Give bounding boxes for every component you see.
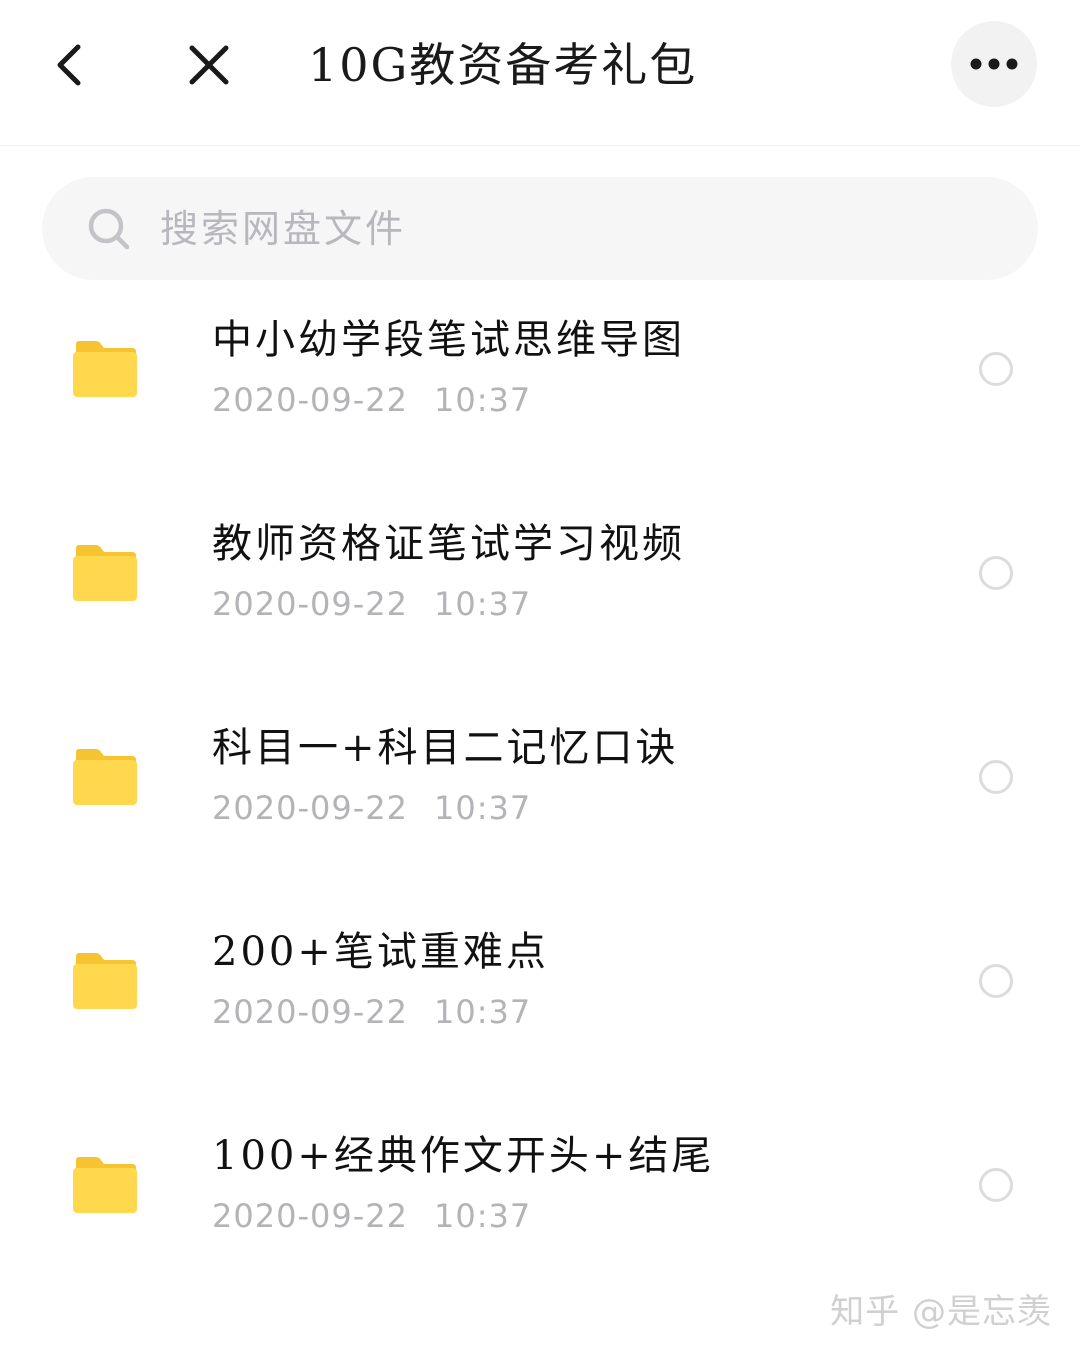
folder-icon xyxy=(73,545,137,601)
list-item[interactable]: 100+经典作文开头+结尾 2020-09-22 10:37 xyxy=(0,1096,1080,1300)
file-date: 2020-09-22 xyxy=(212,381,408,419)
file-timestamp: 2020-09-22 10:37 xyxy=(212,786,531,830)
file-timestamp: 2020-09-22 10:37 xyxy=(212,378,531,422)
select-checkbox[interactable] xyxy=(979,556,1013,590)
select-checkbox[interactable] xyxy=(979,1168,1013,1202)
list-item[interactable]: 科目一+科目二记忆口诀 2020-09-22 10:37 xyxy=(0,688,1080,892)
file-time: 10:37 xyxy=(433,789,532,827)
select-checkbox[interactable] xyxy=(979,352,1013,386)
chevron-left-icon xyxy=(57,44,81,86)
file-date: 2020-09-22 xyxy=(212,993,408,1031)
file-timestamp: 2020-09-22 10:37 xyxy=(212,1194,531,1238)
close-icon xyxy=(189,45,229,85)
back-button[interactable] xyxy=(40,30,100,100)
folder-icon xyxy=(73,953,137,1009)
search-icon xyxy=(88,208,130,250)
file-timestamp: 2020-09-22 10:37 xyxy=(212,582,531,626)
more-horizontal-icon xyxy=(970,58,1018,70)
file-date: 2020-09-22 xyxy=(212,1197,408,1235)
file-name: 200+笔试重难点 xyxy=(212,929,549,975)
close-button[interactable] xyxy=(178,30,240,100)
file-date: 2020-09-22 xyxy=(212,585,408,623)
file-date: 2020-09-22 xyxy=(212,789,408,827)
list-item[interactable]: 200+笔试重难点 2020-09-22 10:37 xyxy=(0,892,1080,1096)
select-checkbox[interactable] xyxy=(979,964,1013,998)
search-input[interactable] xyxy=(160,196,980,262)
file-name: 中小幼学段笔试思维导图 xyxy=(212,317,685,363)
file-time: 10:37 xyxy=(433,1197,532,1235)
list-item[interactable]: 中小幼学段笔试思维导图 2020-09-22 10:37 xyxy=(0,280,1080,484)
folder-icon xyxy=(73,341,137,397)
folder-icon xyxy=(73,1157,137,1213)
page-title: 10G教资备考礼包 xyxy=(308,38,698,92)
file-time: 10:37 xyxy=(433,993,532,1031)
file-name: 科目一+科目二记忆口诀 xyxy=(212,725,679,771)
list-item[interactable]: 教师资格证笔试学习视频 2020-09-22 10:37 xyxy=(0,484,1080,688)
folder-icon xyxy=(73,749,137,805)
file-time: 10:37 xyxy=(433,381,532,419)
select-checkbox[interactable] xyxy=(979,760,1013,794)
more-options-button[interactable] xyxy=(951,21,1037,107)
file-name: 100+经典作文开头+结尾 xyxy=(212,1133,715,1179)
file-list: 中小幼学段笔试思维导图 2020-09-22 10:37 教师资格证笔试学习视频 … xyxy=(0,280,1080,1300)
watermark: 知乎 @是忘羡 xyxy=(830,1292,1052,1332)
file-timestamp: 2020-09-22 10:37 xyxy=(212,990,531,1034)
file-time: 10:37 xyxy=(433,585,532,623)
file-name: 教师资格证笔试学习视频 xyxy=(212,521,685,567)
top-navigation-bar: 10G教资备考礼包 xyxy=(0,0,1080,146)
